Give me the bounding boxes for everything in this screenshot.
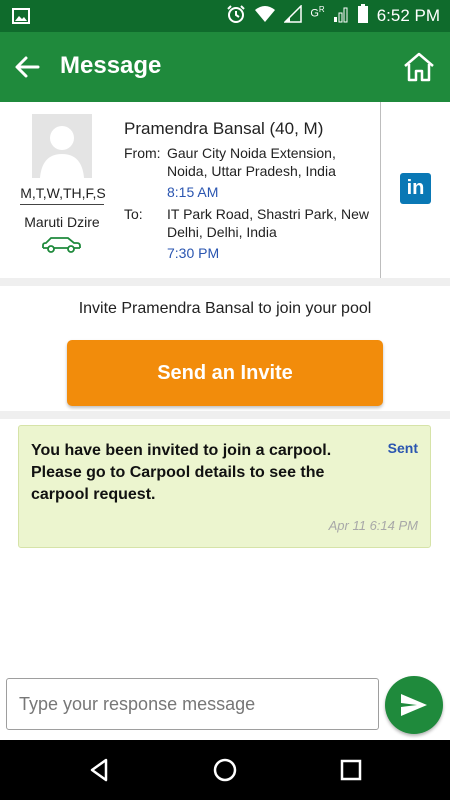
wifi-icon — [254, 5, 276, 28]
send-arrow-icon — [401, 694, 427, 716]
rider-name: Pramendra Bansal (40, M) — [124, 119, 324, 138]
network-type-label: GR — [310, 4, 325, 20]
to-time: 7:30 PM — [167, 245, 220, 261]
send-invite-label: Send an Invite — [157, 361, 293, 384]
avatar[interactable] — [32, 114, 92, 178]
send-invite-button[interactable]: Send an Invite — [67, 340, 383, 406]
nav-home-icon[interactable] — [210, 755, 240, 785]
back-arrow-icon[interactable] — [12, 52, 42, 82]
section-divider — [0, 278, 450, 286]
car-model: Maruti Dzire — [24, 214, 100, 230]
message-bubble: You have been invited to join a carpool.… — [18, 425, 431, 548]
signal-icon-2 — [333, 5, 349, 28]
invite-prompt: Invite Pramendra Bansal to join your poo… — [78, 300, 372, 317]
app-bar: Message — [0, 32, 450, 102]
section-divider — [0, 411, 450, 419]
send-message-button[interactable] — [385, 676, 443, 734]
from-label: From: — [124, 145, 161, 161]
nav-recents-icon[interactable] — [336, 755, 366, 785]
home-icon[interactable] — [402, 50, 436, 84]
status-bar: GR 6:52 PM — [0, 0, 450, 32]
default-avatar-icon — [40, 126, 84, 178]
linkedin-icon[interactable]: in — [400, 173, 431, 204]
page-title: Message — [60, 52, 162, 79]
nav-back-icon[interactable] — [84, 755, 114, 785]
message-status: Sent — [387, 440, 418, 456]
ride-days: M,T,W,TH,F,S — [20, 185, 106, 201]
signal-icon — [283, 3, 303, 28]
linkedin-label: in — [406, 177, 425, 199]
system-navigation-bar — [0, 740, 450, 800]
to-address: IT Park Road, Shastri Park, New Delhi, D… — [167, 206, 370, 240]
message-text: You have been invited to join a carpool.… — [31, 442, 332, 503]
from-address: Gaur City Noida Extension, Noida, Uttar … — [167, 145, 336, 179]
response-input-container — [6, 678, 379, 730]
battery-icon — [357, 3, 369, 29]
message-timestamp: Apr 11 6:14 PM — [328, 518, 418, 533]
card-divider — [380, 102, 381, 278]
car-icon — [40, 236, 82, 259]
from-time: 8:15 AM — [167, 184, 219, 200]
days-underline — [20, 204, 104, 205]
response-input[interactable] — [7, 679, 378, 729]
alarm-icon — [226, 4, 246, 29]
to-label: To: — [124, 206, 143, 222]
status-time: 6:52 PM — [376, 6, 440, 25]
gallery-notification-icon — [12, 7, 30, 30]
